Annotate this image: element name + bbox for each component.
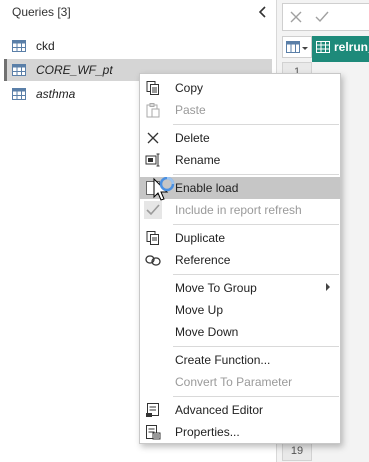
menu-item-label: Paste (175, 103, 206, 117)
query-label: CORE_WF_pt (36, 63, 113, 77)
checkmark-icon (144, 201, 162, 219)
formula-bar (282, 3, 369, 31)
menu-item-enable-load[interactable]: Enable load (140, 177, 340, 199)
properties-icon (144, 423, 162, 441)
duplicate-icon (144, 229, 162, 247)
menu-item-label: Move Down (175, 325, 239, 339)
formula-input[interactable] (335, 4, 361, 30)
query-item-ckd[interactable]: ckd (4, 35, 272, 57)
menu-item-duplicate[interactable]: Duplicate (140, 227, 340, 249)
menu-item-move-down[interactable]: Move Down (140, 321, 340, 343)
context-menu: Copy Paste Delete Rename Enable load Inc… (139, 73, 341, 444)
menu-item-reference[interactable]: Reference (140, 249, 340, 271)
menu-item-advanced-editor[interactable]: Advanced Editor (140, 399, 340, 421)
menu-item-label: Create Function... (175, 353, 271, 367)
collapse-pane-button[interactable] (254, 2, 272, 22)
menu-separator (173, 396, 339, 397)
close-icon (290, 11, 302, 23)
menu-item-label: Duplicate (175, 231, 226, 245)
commit-formula-button[interactable] (309, 4, 335, 30)
rename-icon (144, 151, 162, 169)
menu-item-label: Move To Group (175, 281, 257, 295)
table-icon (12, 88, 26, 100)
row-number: 19 (282, 441, 312, 461)
table-icon (12, 40, 26, 52)
checkmark-icon (315, 11, 329, 23)
checkbox-icon (144, 179, 162, 197)
menu-separator (173, 174, 339, 175)
menu-item-paste[interactable]: Paste (140, 99, 340, 121)
reference-icon (144, 251, 162, 269)
menu-item-delete[interactable]: Delete (140, 127, 340, 149)
menu-item-properties[interactable]: Properties... (140, 421, 340, 443)
menu-item-rename[interactable]: Rename (140, 149, 340, 171)
menu-item-move-up[interactable]: Move Up (140, 299, 340, 321)
table-icon (12, 64, 26, 76)
chevron-left-icon (259, 6, 266, 18)
column-header-label: relrun_ (334, 40, 369, 54)
paste-icon (144, 101, 162, 119)
delete-icon (144, 129, 162, 147)
copy-icon (144, 79, 162, 97)
menu-item-move-to-group[interactable]: Move To Group (140, 277, 340, 299)
menu-separator (173, 274, 339, 275)
menu-item-convert-to-parameter[interactable]: Convert To Parameter (140, 371, 340, 393)
menu-item-label: Advanced Editor (175, 403, 264, 417)
submenu-arrow-icon (326, 283, 330, 291)
menu-item-label: Reference (175, 253, 231, 267)
menu-item-label: Include in report refresh (175, 203, 302, 217)
menu-item-label: Properties... (175, 425, 240, 439)
menu-item-label: Copy (175, 81, 204, 95)
table-column-icon (316, 41, 330, 53)
menu-item-include-in-report-refresh[interactable]: Include in report refresh (140, 199, 340, 221)
menu-item-label: Move Up (175, 303, 224, 317)
query-label: asthma (36, 87, 76, 101)
menu-item-label: Convert To Parameter (175, 375, 293, 389)
table-menu-button[interactable] (282, 36, 312, 58)
menu-item-label: Delete (175, 131, 210, 145)
menu-separator (173, 224, 339, 225)
query-label: ckd (36, 39, 55, 53)
menu-item-copy[interactable]: Copy (140, 77, 340, 99)
menu-separator (173, 346, 339, 347)
menu-separator (173, 124, 339, 125)
cancel-formula-button[interactable] (283, 4, 309, 30)
table-dropdown-icon (286, 41, 308, 53)
column-header[interactable]: relrun_ (312, 36, 369, 58)
menu-item-label: Enable load (175, 181, 239, 195)
menu-item-create-function[interactable]: Create Function... (140, 349, 340, 371)
column-quality-bar (312, 58, 369, 62)
grid-header: relrun_ (282, 36, 369, 58)
advanced-editor-icon (144, 401, 162, 419)
queries-header: Queries [3] (12, 5, 71, 19)
menu-item-label: Rename (175, 153, 221, 167)
